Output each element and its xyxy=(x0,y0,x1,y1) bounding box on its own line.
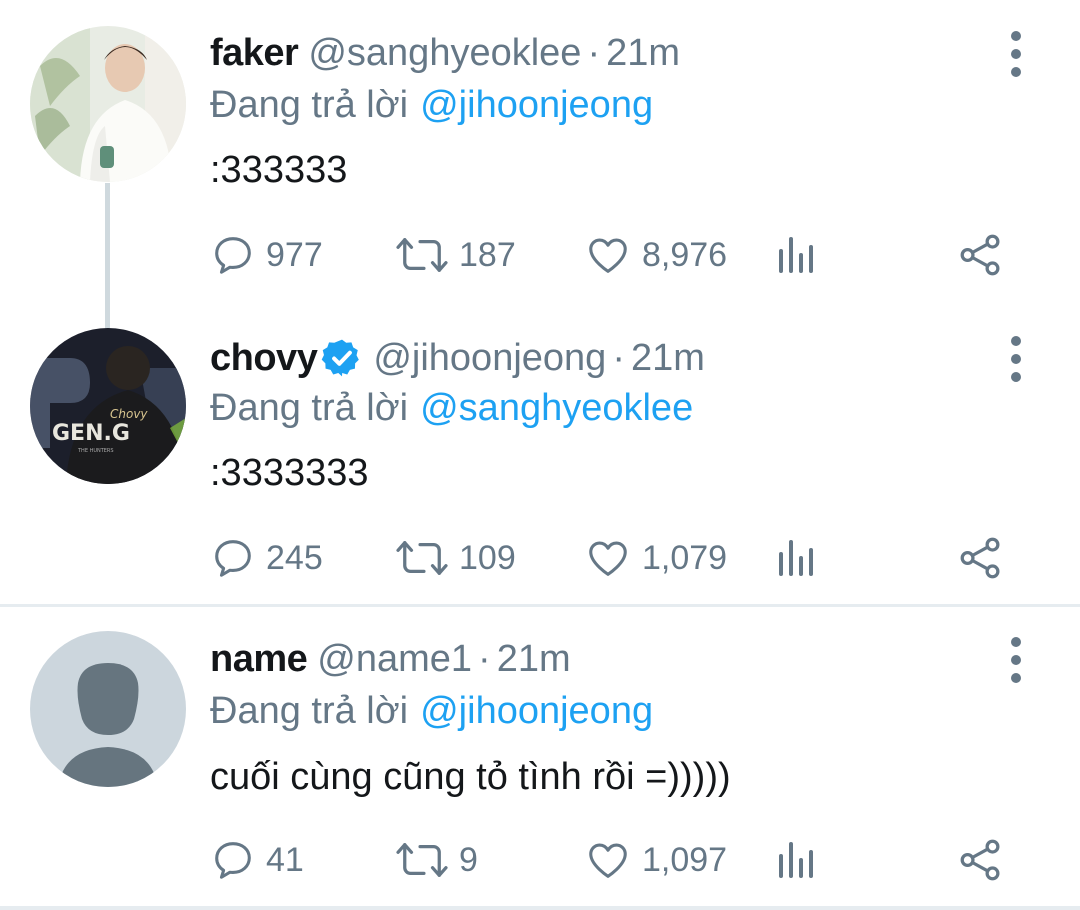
display-name[interactable]: chovy xyxy=(210,337,318,380)
display-name[interactable]: name xyxy=(210,638,308,681)
retweet-count: 9 xyxy=(459,840,478,879)
display-name[interactable]: faker xyxy=(210,32,299,75)
user-handle[interactable]: @sanghyeoklee xyxy=(308,32,581,75)
retweet-icon xyxy=(396,843,448,877)
retweet-count: 109 xyxy=(459,538,516,577)
analytics-icon xyxy=(779,842,813,878)
jersey-team: GEN.G xyxy=(52,421,130,446)
reply-icon xyxy=(215,842,251,879)
analytics-button[interactable] xyxy=(775,533,815,583)
heart-icon xyxy=(589,541,627,576)
like-count: 1,097 xyxy=(642,840,728,879)
share-button[interactable] xyxy=(958,835,1004,885)
tweet-divider xyxy=(0,906,1080,910)
reply-icon xyxy=(215,540,251,577)
reply-prefix: Đang trả lời xyxy=(210,689,409,732)
like-button[interactable]: 1,097 xyxy=(584,835,727,885)
reply-count: 41 xyxy=(266,840,304,879)
reply-button[interactable]: 41 xyxy=(210,835,304,885)
share-button[interactable] xyxy=(958,230,1004,280)
retweet-icon xyxy=(396,238,448,272)
separator-dot: · xyxy=(587,31,601,74)
retweet-count: 187 xyxy=(459,235,516,274)
separator-dot: · xyxy=(612,336,625,379)
retweet-button[interactable]: 9 xyxy=(395,835,478,885)
like-button[interactable]: 8,976 xyxy=(584,230,727,280)
retweet-icon xyxy=(396,541,448,575)
tweet-header: faker @sanghyeoklee · 21m xyxy=(210,28,680,78)
like-button[interactable]: 1,079 xyxy=(584,533,727,583)
more-vertical-icon[interactable] xyxy=(1006,637,1026,683)
action-bar: 245 109 1,079 xyxy=(210,533,1010,583)
analytics-icon xyxy=(779,237,813,273)
tweet-text: :3333333 xyxy=(210,451,369,494)
tweet-text: :333333 xyxy=(210,148,348,191)
retweet-button[interactable]: 187 xyxy=(395,230,516,280)
retweet-button[interactable]: 109 xyxy=(395,533,516,583)
timestamp[interactable]: 21m xyxy=(606,32,680,75)
heart-icon xyxy=(589,843,627,878)
reply-prefix: Đang trả lời xyxy=(210,83,409,126)
like-count: 1,079 xyxy=(642,538,728,577)
more-vertical-icon[interactable] xyxy=(1006,336,1026,382)
action-bar: 977 187 8,976 xyxy=(210,230,1010,280)
reply-button[interactable]: 977 xyxy=(210,230,323,280)
user-handle[interactable]: @name1 xyxy=(317,638,472,681)
reply-prefix: Đang trả lời xyxy=(210,386,409,429)
tweet-header: name @name1 · 21m xyxy=(210,634,571,684)
share-icon xyxy=(960,537,1000,579)
action-bar: 41 9 1,097 xyxy=(210,835,1010,885)
reply-count: 245 xyxy=(266,538,323,577)
jersey-sub: THE HUNTERS xyxy=(77,448,114,454)
heart-icon xyxy=(589,238,627,273)
separator-dot: · xyxy=(478,637,491,680)
thread-line xyxy=(105,183,110,329)
reply-icon xyxy=(215,237,251,274)
tweet-text: cuối cùng cũng tỏ tình rồi =))))) xyxy=(210,755,731,798)
reply-context: Đang trả lời @jihoonjeong xyxy=(210,80,653,130)
reply-context: Đang trả lời @jihoonjeong xyxy=(210,686,653,736)
timestamp[interactable]: 21m xyxy=(497,638,571,681)
tweet-header: chovy @jihoonjeong · 21m xyxy=(210,333,705,383)
reply-to-handle[interactable]: @jihoonjeong xyxy=(420,84,653,127)
like-count: 8,976 xyxy=(642,235,728,274)
verified-badge-icon xyxy=(322,339,360,377)
reply-count: 977 xyxy=(266,235,323,274)
reply-button[interactable]: 245 xyxy=(210,533,323,583)
reply-to-handle[interactable]: @jihoonjeong xyxy=(420,690,653,733)
analytics-button[interactable] xyxy=(775,835,815,885)
reply-context: Đang trả lời @sanghyeoklee xyxy=(210,383,693,433)
timestamp[interactable]: 21m xyxy=(631,337,705,380)
user-handle[interactable]: @jihoonjeong xyxy=(373,337,606,380)
jersey-name: Chovy xyxy=(110,407,148,421)
share-icon xyxy=(960,234,1000,276)
analytics-button[interactable] xyxy=(775,230,815,280)
analytics-icon xyxy=(779,540,813,576)
reply-to-handle[interactable]: @sanghyeoklee xyxy=(420,387,693,430)
avatar-faker[interactable] xyxy=(30,26,186,182)
avatar-chovy[interactable]: Chovy GEN.G THE HUNTERS xyxy=(30,328,186,484)
avatar-default[interactable] xyxy=(30,631,186,787)
tweet-faker[interactable]: faker @sanghyeoklee · 21m Đang trả lời @… xyxy=(0,0,1080,330)
share-icon xyxy=(960,839,1000,881)
more-vertical-icon[interactable] xyxy=(1006,31,1026,77)
tweet-divider xyxy=(0,604,1080,607)
share-button[interactable] xyxy=(958,533,1004,583)
